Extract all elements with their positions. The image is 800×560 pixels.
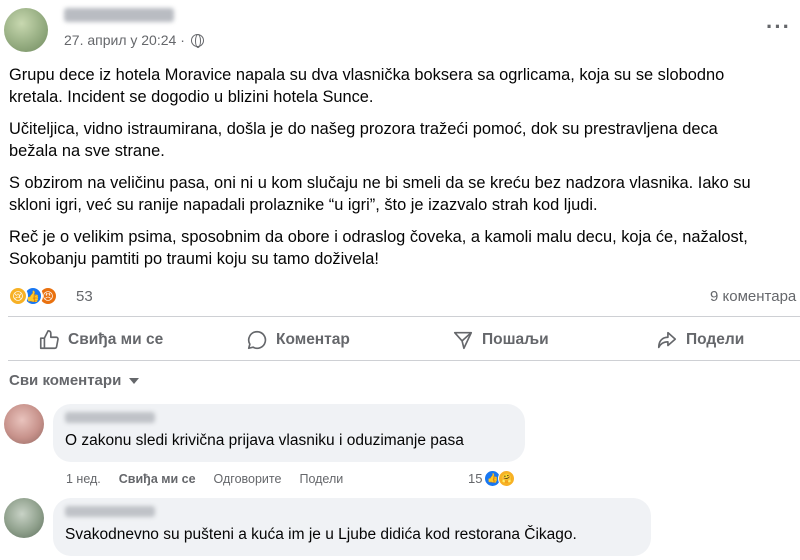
post-meta: 27. април у 20:24 ·: [64, 32, 204, 48]
more-options-icon[interactable]: ···: [766, 14, 791, 40]
comment-meta: 1 нед. Свиђа ми се Одговорите Подели: [66, 472, 343, 486]
comment-text: Svakodnevno su pušteni a kuća im je u Lj…: [65, 526, 577, 543]
caret-down-icon: [129, 377, 140, 384]
comment-button-label: Коментар: [276, 331, 350, 348]
like-button-label: Свиђа ми се: [68, 331, 164, 348]
comments-filter-label: Сви коментари: [9, 372, 122, 389]
post-body: Grupu dece iz hotela Moravice napala su …: [9, 64, 799, 280]
share-button-label: Подели: [686, 331, 745, 348]
sad-reaction-icon: 😢: [8, 286, 28, 306]
globe-icon: [190, 33, 204, 48]
send-button[interactable]: Пошаљи: [452, 320, 549, 360]
commenter-avatar[interactable]: [4, 498, 44, 538]
comment-time[interactable]: 1 нед.: [66, 472, 101, 486]
post-timestamp[interactable]: 27. април у 20:24 ·: [64, 32, 185, 48]
like-button[interactable]: Свиђа ми се: [38, 320, 163, 360]
care-reaction-icon: 🤗: [498, 470, 516, 487]
comment-icon: [247, 330, 267, 350]
post-header: 27. април у 20:24 · ···: [0, 0, 800, 60]
reaction-count[interactable]: 53: [76, 288, 93, 305]
divider: [8, 360, 800, 361]
divider: [8, 316, 800, 317]
author-avatar[interactable]: [4, 8, 48, 52]
commenter-name-blurred[interactable]: [65, 412, 155, 423]
thumbs-up-icon: [39, 330, 59, 350]
post-paragraph-2: Učiteljica, vidno istraumirana, došla je…: [9, 120, 718, 160]
comment-count[interactable]: 9 коментара: [710, 288, 796, 305]
post-paragraph-4: Reč je o velikim psima, sposobnim da obo…: [9, 228, 748, 268]
reaction-icons[interactable]: 😢 👍 😠: [8, 286, 58, 306]
commenter-name-blurred[interactable]: [65, 506, 155, 517]
comment-like-button[interactable]: Свиђа ми се: [119, 472, 196, 486]
author-name-blurred[interactable]: [64, 8, 174, 22]
reactions-row: 😢 👍 😠 53 9 коментара: [8, 284, 800, 308]
comment-reaction-count: 15: [468, 471, 483, 486]
post-paragraph-3: S obzirom na veličinu pasa, oni ni u kom…: [9, 174, 751, 214]
comment-bubble: Svakodnevno su pušteni a kuća im je u Lj…: [53, 498, 651, 556]
share-icon: [657, 331, 677, 349]
post-paragraph-1: Grupu dece iz hotela Moravice napala su …: [9, 66, 725, 106]
commenter-avatar[interactable]: [4, 404, 44, 444]
comment-reactions[interactable]: 15 👍 🤗: [468, 470, 516, 487]
comment-bubble: O zakonu sledi krivična prijava vlasniku…: [53, 404, 525, 462]
send-icon: [453, 331, 473, 350]
send-button-label: Пошаљи: [482, 331, 549, 348]
action-bar: Свиђа ми се Коментар Пошаљи Подели: [0, 320, 800, 360]
comment-reply-button[interactable]: Одговорите: [214, 472, 282, 486]
comment-text: O zakonu sledi krivična prijava vlasniku…: [65, 432, 464, 449]
comment-share-button[interactable]: Подели: [299, 472, 343, 486]
comment-button[interactable]: Коментар: [246, 320, 350, 360]
share-button[interactable]: Подели: [656, 320, 744, 360]
comments-filter-dropdown[interactable]: Сви коментари: [9, 372, 140, 389]
